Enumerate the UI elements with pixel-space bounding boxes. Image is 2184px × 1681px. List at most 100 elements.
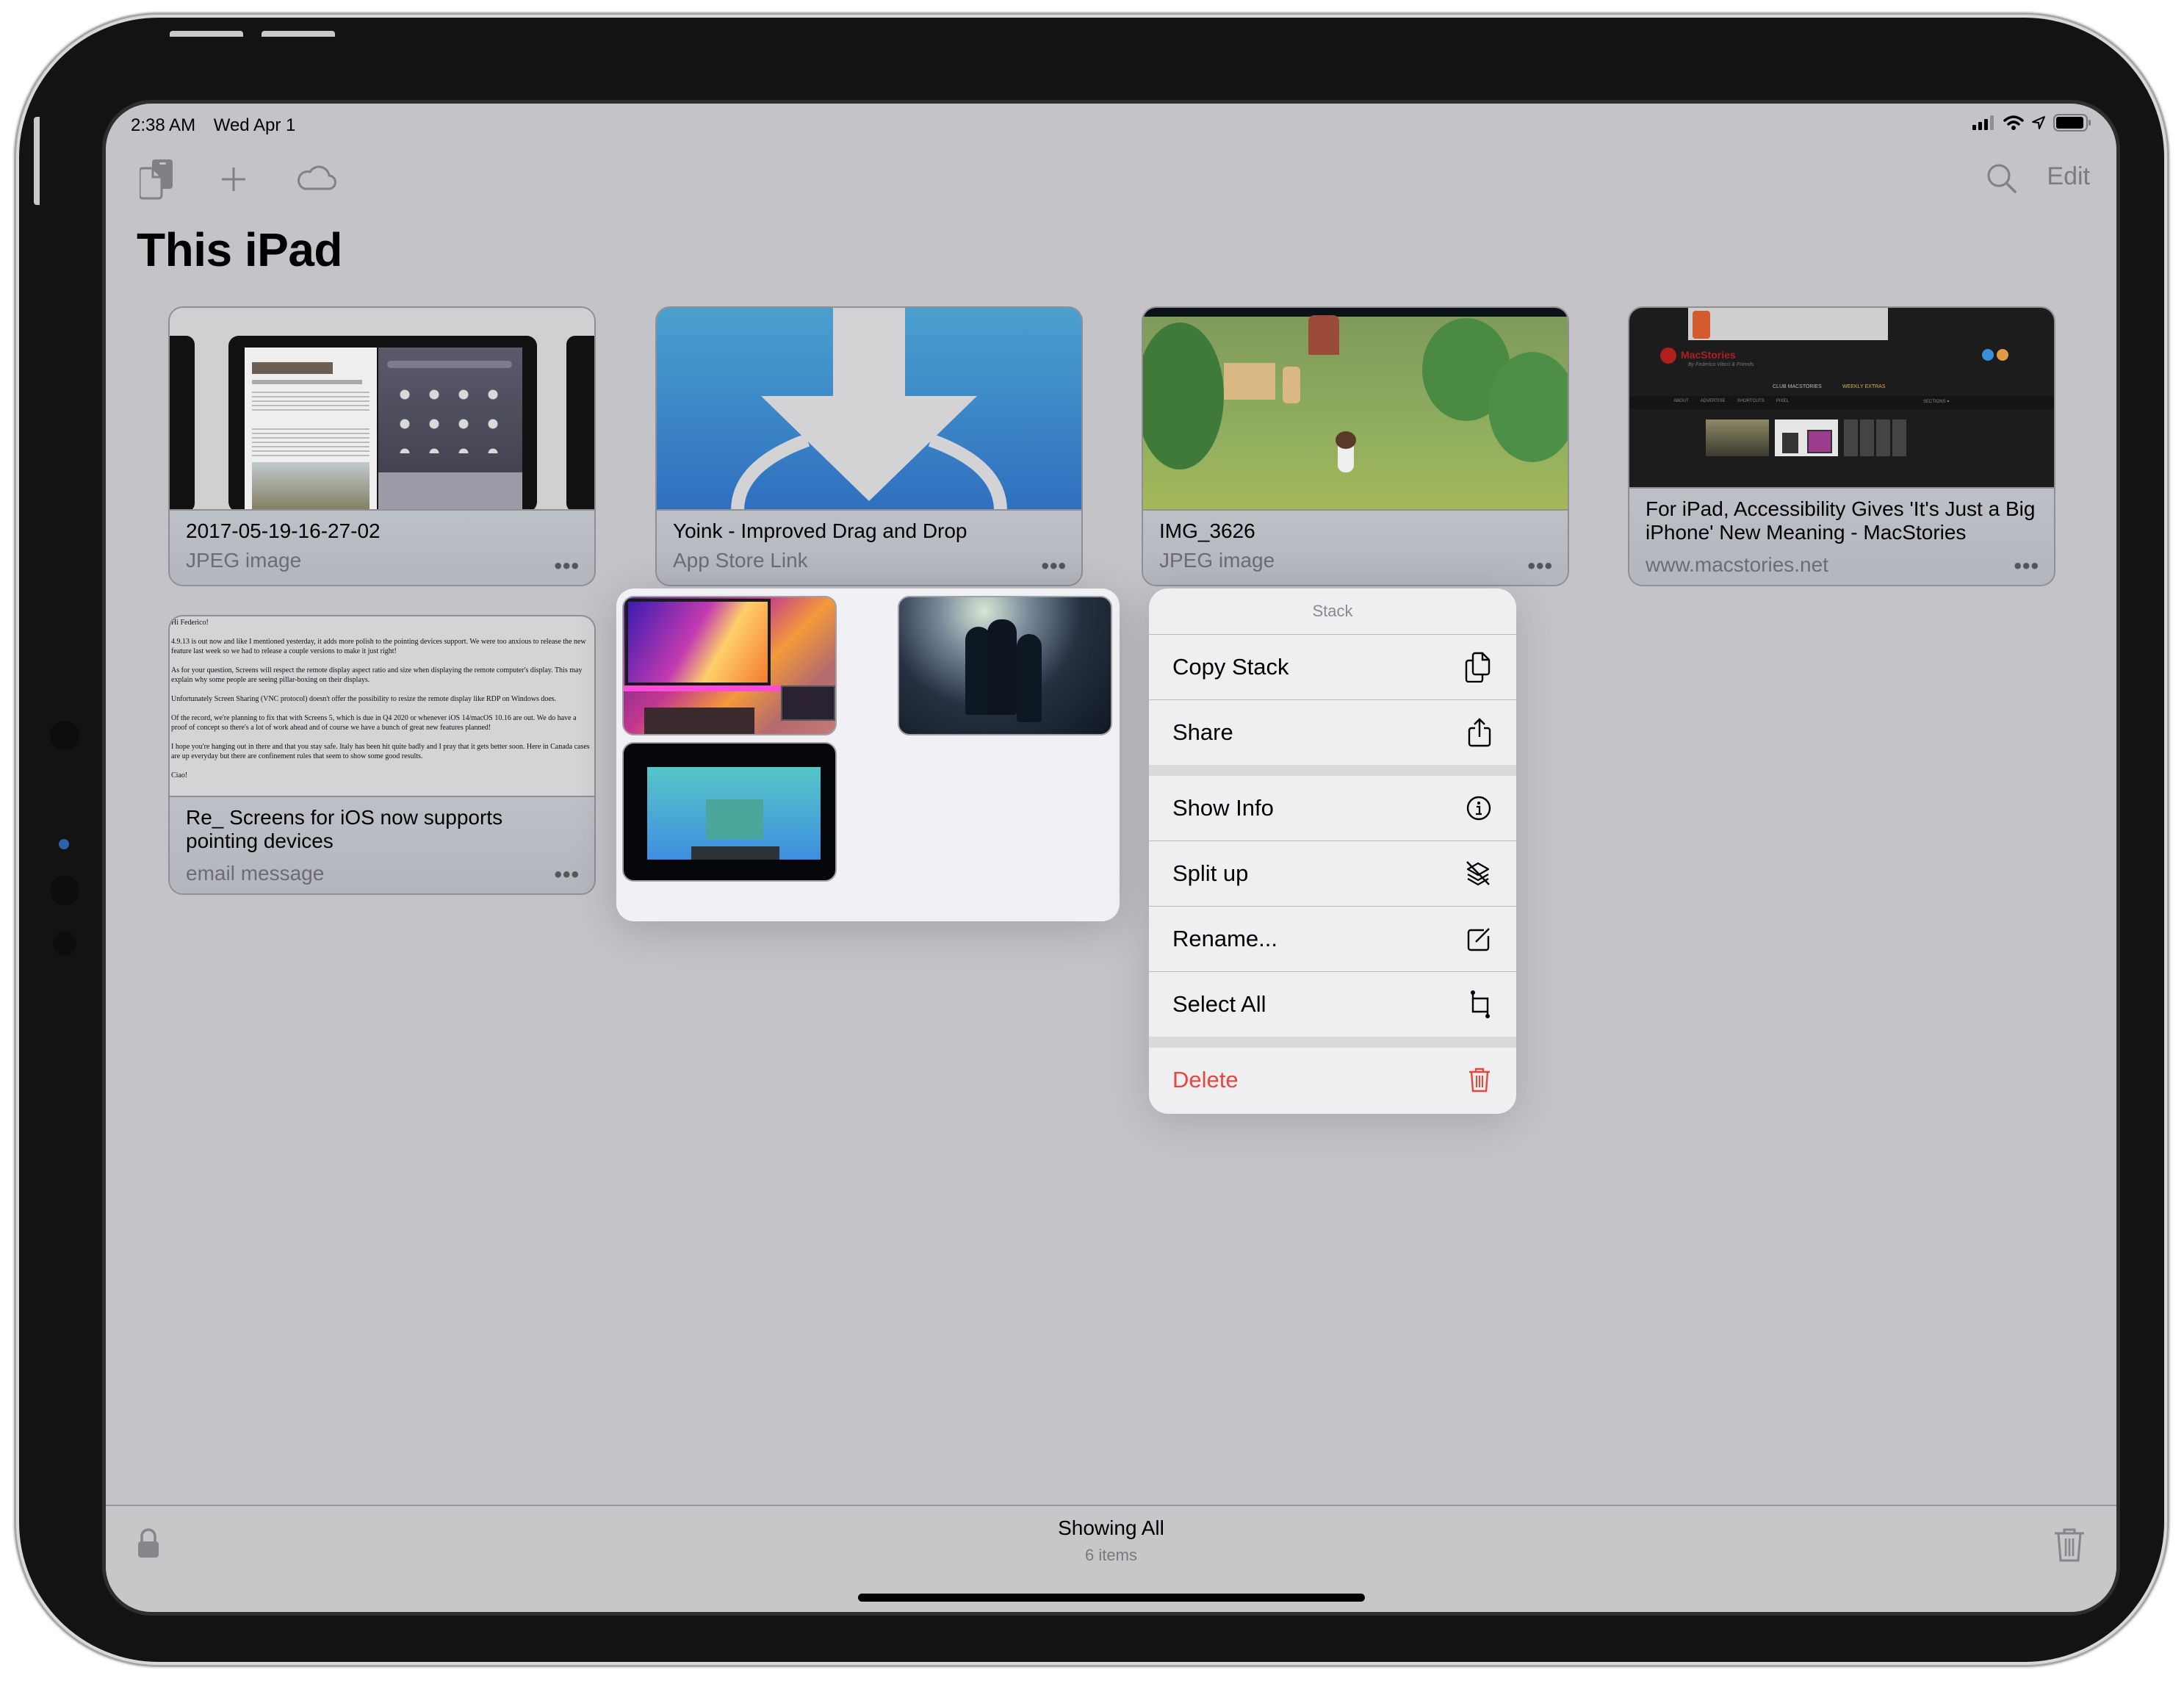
volume-button xyxy=(262,31,335,37)
menu-separator xyxy=(1149,765,1516,776)
webpage-extras: WEEKLY EXTRAS xyxy=(1842,384,1886,389)
menu-item-label: Delete xyxy=(1172,1067,1239,1093)
email-line: Unfortunately Screen Sharing (VNC protoc… xyxy=(171,695,557,703)
item-card[interactable]: Yoink - Improved Drag and Drop App Store… xyxy=(655,306,1083,586)
item-title: For iPad, Accessibility Gives 'It's Just… xyxy=(1646,497,2036,544)
power-button xyxy=(34,117,40,205)
menu-item-copy-stack[interactable]: Copy Stack xyxy=(1149,635,1516,700)
email-line: Ciao! xyxy=(171,771,188,780)
home-indicator[interactable] xyxy=(858,1594,1365,1602)
item-card[interactable]: MacStories By Federico Viticci & Friends… xyxy=(1628,306,2055,586)
stack-preview xyxy=(616,588,1120,921)
desk-setup-photo xyxy=(622,596,837,735)
front-camera xyxy=(59,839,69,849)
menu-item-rename[interactable]: Rename... xyxy=(1149,907,1516,972)
webpage-nav-item: SHORTCUTS xyxy=(1737,399,1765,403)
item-info: IMG_3626 JPEG image ••• xyxy=(1143,509,1568,585)
item-subtitle: www.macstories.net xyxy=(1646,553,1828,576)
status-bar-right xyxy=(1972,114,2091,132)
menu-item-split-up[interactable]: Split up xyxy=(1149,841,1516,907)
email-body: Hi Federico! 4.9.13 is out now and like … xyxy=(171,618,591,780)
volume-button xyxy=(170,31,243,37)
camera-sensor xyxy=(50,876,79,905)
webpage-club: CLUB MACSTORIES xyxy=(1773,384,1822,389)
more-options-button[interactable]: ••• xyxy=(1527,554,1553,579)
game-rank-max-photo xyxy=(622,742,837,882)
item-subtitle: App Store Link xyxy=(673,549,808,572)
page-title: This iPad xyxy=(137,223,343,276)
split-layers-icon xyxy=(1466,861,1490,886)
copy-icon xyxy=(1465,652,1491,683)
plus-icon[interactable] xyxy=(220,165,248,193)
menu-item-share[interactable]: Share xyxy=(1149,700,1516,765)
battery-icon xyxy=(2053,114,2091,132)
more-options-button[interactable]: ••• xyxy=(554,863,580,888)
status-date: Wed Apr 1 xyxy=(213,115,296,135)
location-arrow-icon xyxy=(2032,116,2045,129)
info-icon xyxy=(1466,796,1491,821)
menu-item-label: Copy Stack xyxy=(1172,654,1289,680)
webpage-site-name: MacStories xyxy=(1681,349,1736,361)
menu-item-label: Split up xyxy=(1172,860,1249,886)
wifi-icon xyxy=(2003,115,2024,130)
item-subtitle: JPEG image xyxy=(1159,549,1275,572)
menu-item-show-info[interactable]: Show Info xyxy=(1149,776,1516,841)
trash-icon xyxy=(1469,1068,1490,1093)
status-time: 2:38 AM xyxy=(131,115,196,135)
search-icon[interactable] xyxy=(1986,162,2018,195)
webpage-nav-item: ABOUT xyxy=(1673,399,1689,403)
more-options-button[interactable]: ••• xyxy=(1041,554,1067,579)
trash-icon[interactable] xyxy=(2053,1527,2086,1563)
bottom-bar: Showing All 6 items xyxy=(106,1505,2116,1612)
screen: 2:38 AM Wed Apr 1 Edit This iPad 2017-05… xyxy=(106,104,2116,1612)
devices-icon[interactable] xyxy=(140,157,175,200)
webpage-nav-item: ADVERTISE xyxy=(1700,399,1726,403)
more-options-button[interactable]: ••• xyxy=(554,554,580,579)
email-line: As for your question, Screens will respe… xyxy=(171,666,583,684)
webpage-byline: By Federico Viticci & Friends xyxy=(1688,362,1754,367)
status-bar-left: 2:38 AM Wed Apr 1 xyxy=(131,115,295,136)
item-title: Re_ Screens for iOS now supports pointin… xyxy=(186,806,503,852)
menu-item-delete[interactable]: Delete xyxy=(1149,1048,1516,1112)
edit-button[interactable]: Edit xyxy=(2047,162,2090,191)
email-preview-thumbnail: Hi Federico! 4.9.13 is out now and like … xyxy=(170,616,594,797)
more-options-button[interactable]: ••• xyxy=(2014,554,2039,579)
share-icon xyxy=(1468,718,1491,747)
item-info: 2017-05-19-16-27-02 JPEG image ••• xyxy=(170,509,594,585)
ipad-screenshot-thumbnail xyxy=(170,308,594,511)
select-all-icon xyxy=(1471,990,1490,1018)
cloud-icon[interactable] xyxy=(298,165,336,190)
game-screenshot-thumbnail xyxy=(1143,308,1568,511)
rename-icon xyxy=(1467,928,1490,951)
item-title: 2017-05-19-16-27-02 xyxy=(186,519,381,542)
item-subtitle: JPEG image xyxy=(186,549,302,572)
item-subtitle: email message xyxy=(186,862,325,885)
webpage-sections: SECTIONS ▾ xyxy=(1923,400,1950,404)
item-card[interactable]: Hi Federico! 4.9.13 is out now and like … xyxy=(168,615,596,895)
menu-separator xyxy=(1149,1037,1516,1048)
email-line: Of the record, we're planning to fix tha… xyxy=(171,714,577,732)
webpage-nav-item: PIXEL xyxy=(1776,399,1789,403)
camera-sensor xyxy=(53,932,76,955)
item-count: 6 items xyxy=(1085,1546,1137,1564)
ipad-device-frame: 2:38 AM Wed Apr 1 Edit This iPad 2017-05… xyxy=(19,18,2164,1662)
email-line: 4.9.13 is out now and like I mentioned y… xyxy=(171,638,586,655)
email-line: I hope you're hanging out in there and t… xyxy=(171,743,590,760)
camera-sensor xyxy=(50,721,79,750)
space-artwork xyxy=(898,596,1112,735)
email-line: Hi Federico! xyxy=(171,619,209,627)
item-title: Yoink - Improved Drag and Drop xyxy=(673,519,967,542)
menu-item-label: Select All xyxy=(1172,991,1266,1017)
item-info: For iPad, Accessibility Gives 'It's Just… xyxy=(1629,487,2054,585)
item-title: IMG_3626 xyxy=(1159,519,1255,542)
menu-item-select-all[interactable]: Select All xyxy=(1149,972,1516,1037)
filter-title[interactable]: Showing All xyxy=(106,1516,2116,1540)
menu-item-label: Show Info xyxy=(1172,795,1274,821)
item-card[interactable]: IMG_3626 JPEG image ••• xyxy=(1142,306,1569,586)
menu-item-label: Rename... xyxy=(1172,926,1278,951)
item-card[interactable]: 2017-05-19-16-27-02 JPEG image ••• xyxy=(168,306,596,586)
cellular-signal-icon xyxy=(1972,115,1994,130)
context-menu-header: Stack xyxy=(1149,588,1516,635)
menu-item-label: Share xyxy=(1172,719,1233,745)
item-info: Yoink - Improved Drag and Drop App Store… xyxy=(657,509,1081,585)
